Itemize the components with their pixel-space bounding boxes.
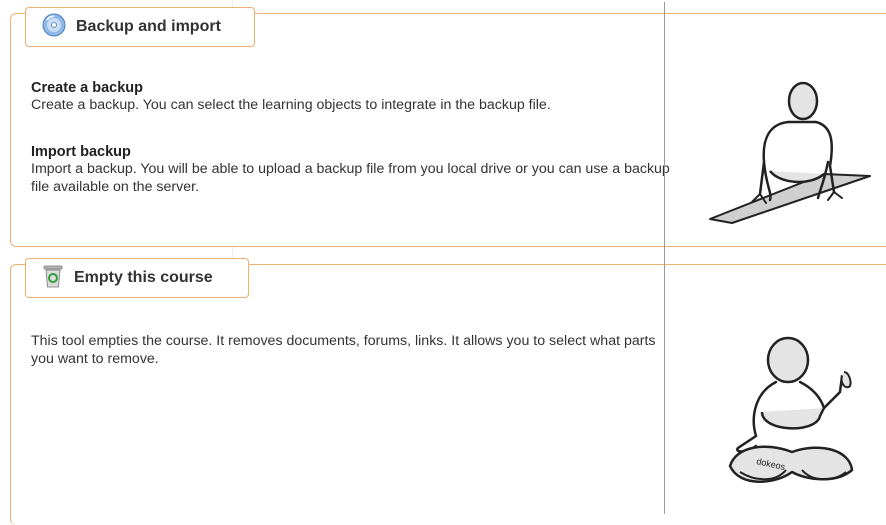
column-divider [664, 2, 665, 514]
kneeling-figure-illustration [700, 76, 875, 231]
backup-import-header[interactable]: Backup and import [25, 7, 255, 47]
create-backup-link[interactable]: Create a backup [31, 80, 671, 96]
create-backup-description: Create a backup. You can select the lear… [31, 97, 551, 113]
empty-course-description: This tool empties the course. It removes… [31, 333, 656, 367]
backup-import-title: Backup and import [76, 18, 221, 35]
empty-course-title: Empty this course [74, 269, 213, 286]
import-backup-item[interactable]: Import backup Import a backup. You will … [31, 144, 671, 196]
import-backup-description: Import a backup. You will be able to upl… [31, 161, 670, 195]
create-backup-item[interactable]: Create a backup Create a backup. You can… [31, 80, 671, 114]
import-backup-link[interactable]: Import backup [31, 144, 671, 160]
empty-course-description-block: This tool empties the course. It removes… [31, 332, 661, 368]
recycle-bin-icon [42, 263, 64, 294]
cd-backup-icon [42, 13, 66, 42]
meditating-figure-illustration: dokeos [716, 332, 866, 502]
empty-course-header[interactable]: Empty this course [25, 258, 249, 298]
